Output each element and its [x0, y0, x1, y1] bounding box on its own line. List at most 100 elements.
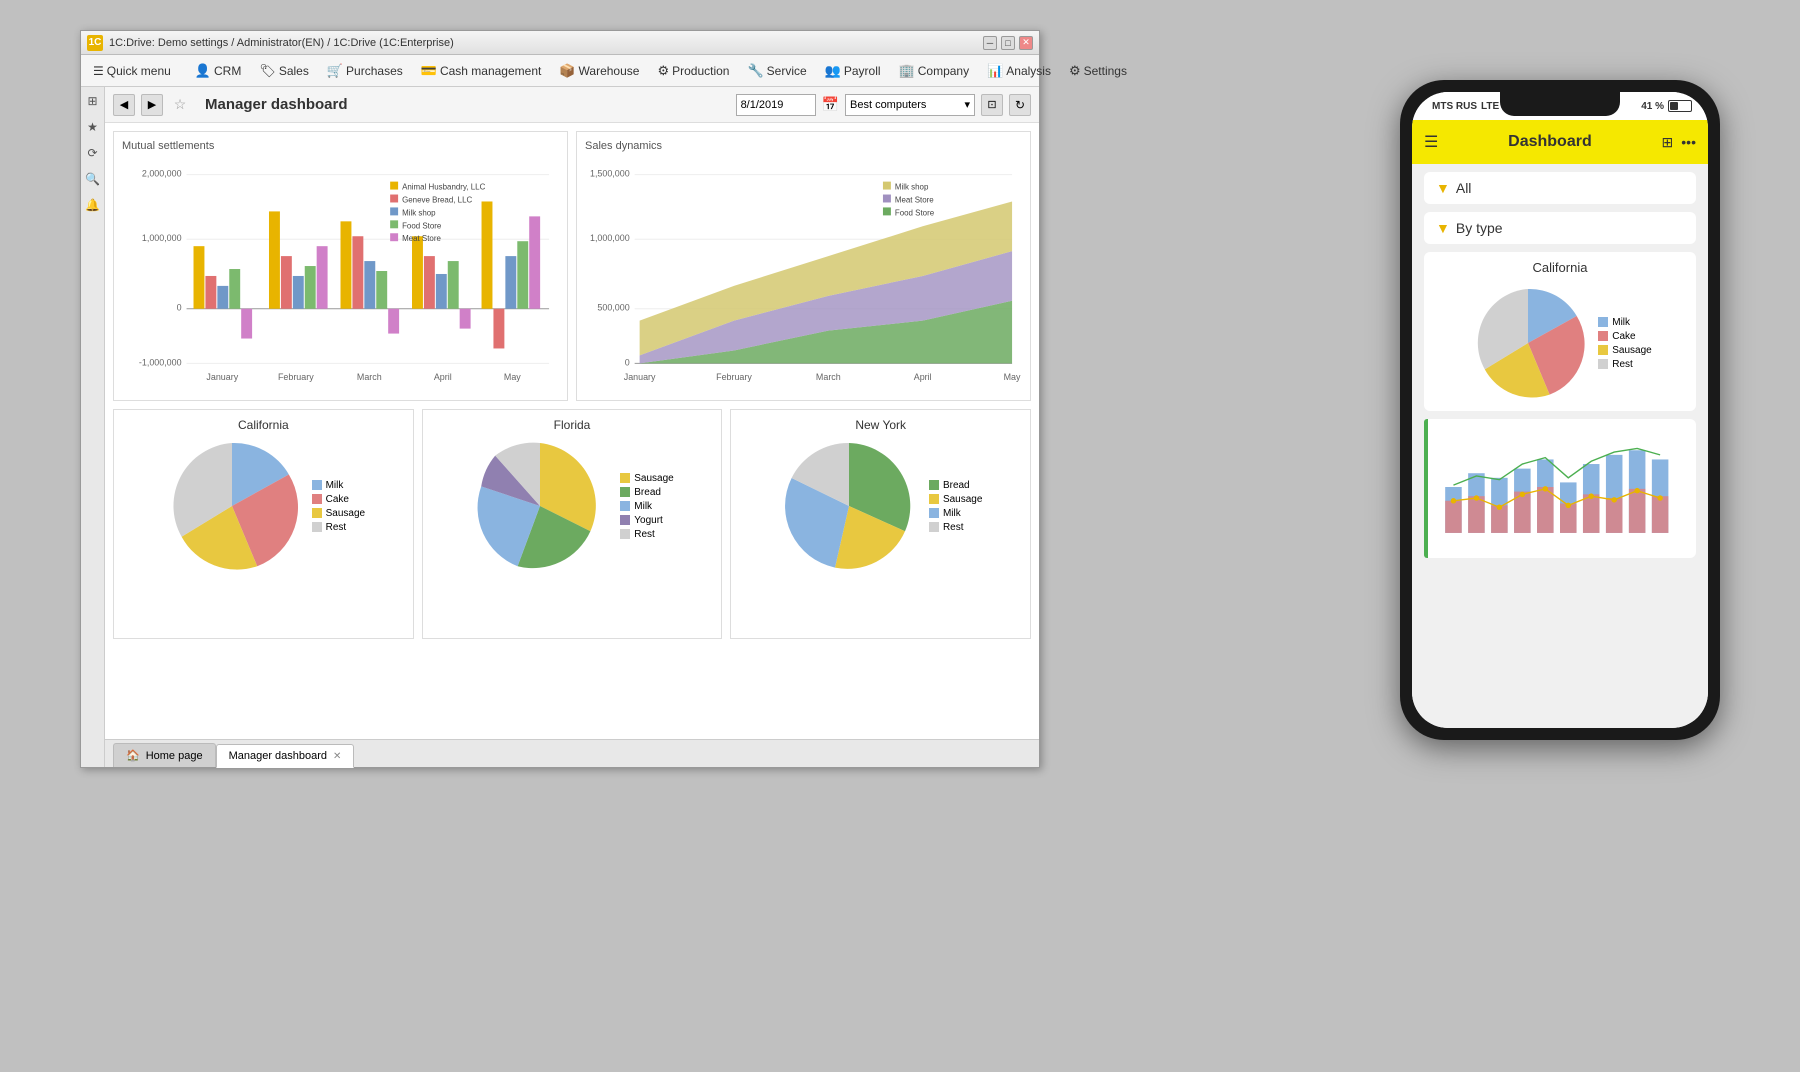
- company-icon: 🏢: [899, 63, 915, 79]
- newyork-dot-bread: [929, 480, 939, 490]
- sidebar-bell-icon[interactable]: 🔔: [83, 195, 103, 215]
- newyork-dot-sausage: [929, 494, 939, 504]
- filter-all-header: ▼ All: [1436, 180, 1684, 196]
- svg-text:Milk shop: Milk shop: [402, 208, 436, 217]
- menu-company[interactable]: 🏢 Company: [891, 59, 978, 83]
- phone-legend-cake: Cake: [1598, 331, 1651, 342]
- dropdown-nav-button[interactable]: ⊡: [981, 94, 1003, 116]
- florida-dot-yogurt: [620, 515, 630, 525]
- phone-top-icons: ⊞ •••: [1662, 134, 1696, 151]
- phone-california-legend: Milk Cake Sausage: [1598, 317, 1651, 370]
- filter-bytype-header: ▼ By type: [1436, 220, 1684, 236]
- dropdown-arrow-icon: ▾: [964, 98, 970, 111]
- area-chart-svg: 1,500,000 1,000,000 500,000 0: [585, 156, 1022, 386]
- phone-body: MTS RUS LTE 21:36 41 % ☰ Dashboard ⊞ •••: [1400, 80, 1720, 740]
- toolbar-row: ◀ ▶ ☆ Manager dashboard 📅 Best computers…: [105, 87, 1039, 123]
- app-window: 1C 1C:Drive: Demo settings / Administrat…: [80, 30, 1040, 768]
- refresh-button[interactable]: ↻: [1009, 94, 1031, 116]
- battery-icon: [1668, 100, 1692, 112]
- calendar-icon[interactable]: 📅: [822, 96, 839, 113]
- filter-bytype-section[interactable]: ▼ By type: [1424, 212, 1696, 244]
- favorite-star-button[interactable]: ☆: [169, 94, 191, 116]
- left-sidebar: ⊞ ★ ⟳ 🔍 🔔: [81, 87, 105, 767]
- menu-sales[interactable]: 🏷 Sales: [251, 59, 317, 83]
- menu-purchases[interactable]: 🛒 Purchases: [319, 59, 411, 83]
- newyork-dot-milk: [929, 508, 939, 518]
- tab-manager-dashboard[interactable]: Manager dashboard ✕: [216, 744, 355, 768]
- phone-device: MTS RUS LTE 21:36 41 % ☰ Dashboard ⊞ •••: [1400, 80, 1720, 740]
- florida-legend-bread: Bread: [620, 487, 673, 498]
- phone-bar-section: [1424, 419, 1696, 558]
- menu-production[interactable]: ⚙ Production: [649, 59, 737, 83]
- phone-hamburger-icon[interactable]: ☰: [1424, 132, 1438, 152]
- svg-text:-1,000,000: -1,000,000: [139, 357, 182, 367]
- filter-all-icon: ▼: [1436, 180, 1450, 196]
- sidebar-search-icon[interactable]: 🔍: [83, 169, 103, 189]
- cash-management-label: Cash management: [440, 64, 541, 78]
- menu-warehouse[interactable]: 📦 Warehouse: [551, 59, 647, 83]
- back-button[interactable]: ◀: [113, 94, 135, 116]
- phone-notch: [1500, 92, 1620, 116]
- svg-text:1,000,000: 1,000,000: [142, 233, 182, 243]
- bar-chart-svg: 2,000,000 1,000,000 0 -1,000,000: [122, 156, 559, 386]
- phone-grid-icon[interactable]: ⊞: [1662, 134, 1674, 151]
- company-dropdown[interactable]: Best computers ▾: [845, 94, 975, 116]
- menu-settings[interactable]: ⚙ Settings: [1061, 59, 1135, 83]
- phone-dot-rest: [1598, 359, 1608, 369]
- newyork-dot-rest: [929, 522, 939, 532]
- close-button[interactable]: ✕: [1019, 36, 1033, 50]
- svg-text:March: March: [357, 372, 382, 382]
- tab-home[interactable]: 🏠 Home page: [113, 743, 216, 767]
- newyork-pie-svg: [779, 436, 919, 576]
- service-label: Service: [767, 64, 807, 78]
- svg-text:Food Store: Food Store: [895, 208, 935, 217]
- menu-quick-menu[interactable]: ☰ Quick menu: [85, 60, 179, 82]
- sidebar-history-icon[interactable]: ⟳: [83, 143, 103, 163]
- tabs-bar: 🏠 Home page Manager dashboard ✕: [105, 739, 1039, 767]
- svg-text:January: January: [624, 372, 656, 382]
- phone-dashboard-title: Dashboard: [1438, 133, 1661, 151]
- forward-button[interactable]: ▶: [141, 94, 163, 116]
- phone-more-icon[interactable]: •••: [1681, 134, 1696, 150]
- menu-analysis[interactable]: 📊 Analysis: [979, 59, 1059, 83]
- payroll-icon: 👥: [825, 63, 841, 79]
- california-pie-title: California: [238, 418, 289, 432]
- menu-payroll[interactable]: 👥 Payroll: [817, 59, 889, 83]
- menu-cash-management[interactable]: 💳 Cash management: [413, 59, 550, 83]
- battery-text: 41 %: [1641, 101, 1664, 112]
- filter-bytype-label: By type: [1456, 220, 1503, 236]
- date-field[interactable]: [736, 94, 816, 116]
- svg-text:500,000: 500,000: [597, 303, 629, 313]
- legend-item-rest: Rest: [312, 522, 365, 533]
- service-icon: 🔧: [747, 63, 763, 79]
- sidebar-star-icon[interactable]: ★: [83, 117, 103, 137]
- home-icon: 🏠: [126, 749, 140, 762]
- purchases-label: Purchases: [346, 64, 403, 78]
- svg-text:1,500,000: 1,500,000: [590, 169, 630, 179]
- tab-close-icon[interactable]: ✕: [333, 751, 341, 762]
- menu-crm[interactable]: 👤 CRM: [187, 59, 250, 83]
- florida-dot-milk: [620, 501, 630, 511]
- svg-text:May: May: [1004, 372, 1021, 382]
- network-text: LTE: [1481, 101, 1499, 112]
- carrier-text: MTS RUS: [1432, 101, 1477, 112]
- svg-text:Milk shop: Milk shop: [895, 183, 929, 192]
- svg-text:Animal Husbandry, LLC: Animal Husbandry, LLC: [402, 183, 486, 192]
- legend-dot-sausage: [312, 508, 322, 518]
- phone-dot-sausage: [1598, 345, 1608, 355]
- newyork-pie-title: New York: [855, 418, 906, 432]
- maximize-button[interactable]: □: [1001, 36, 1015, 50]
- phone-pie-container: Milk Cake Sausage: [1436, 283, 1684, 403]
- menu-service[interactable]: 🔧 Service: [739, 59, 814, 83]
- florida-pie-title: Florida: [554, 418, 591, 432]
- minimize-button[interactable]: ─: [983, 36, 997, 50]
- tab-manager-label: Manager dashboard: [229, 750, 327, 762]
- sidebar-grid-icon[interactable]: ⊞: [83, 91, 103, 111]
- svg-text:Food Store: Food Store: [402, 221, 442, 230]
- title-bar: 1C 1C:Drive: Demo settings / Administrat…: [81, 31, 1039, 55]
- california-pie-container: Milk Cake Sausage: [162, 436, 365, 576]
- phone-dot-cake: [1598, 331, 1608, 341]
- florida-dot-bread: [620, 487, 630, 497]
- tab-home-label: Home page: [146, 750, 203, 762]
- filter-all-section[interactable]: ▼ All: [1424, 172, 1696, 204]
